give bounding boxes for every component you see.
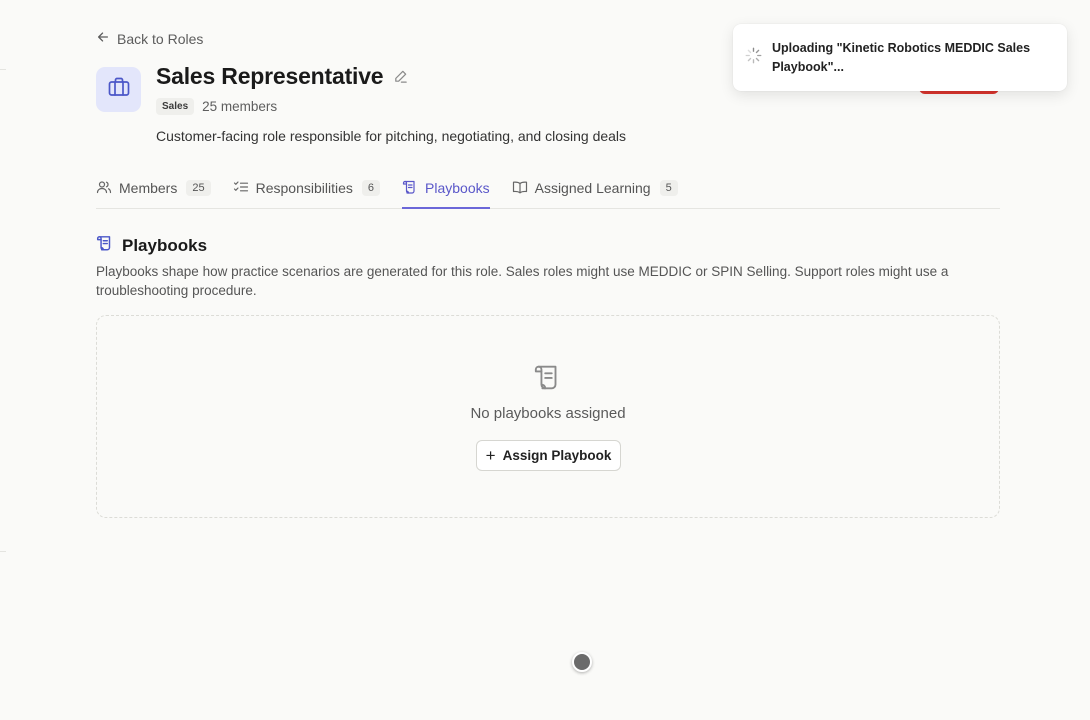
scroll-icon xyxy=(96,234,114,257)
upload-toast: Uploading "Kinetic Robotics MEDDIC Sales… xyxy=(733,24,1067,91)
pencil-icon[interactable] xyxy=(393,69,408,84)
section-description: Playbooks shape how practice scenarios a… xyxy=(96,264,949,298)
assign-playbook-button[interactable]: + Assign Playbook xyxy=(476,440,621,471)
book-open-icon xyxy=(512,179,528,198)
role-meta: Sales 25 members xyxy=(156,98,277,115)
role-tabs: Members 25 Responsibilities 6 Playbooks … xyxy=(96,168,1000,209)
users-icon xyxy=(96,179,112,198)
plus-icon: + xyxy=(485,446,496,465)
list-check-icon xyxy=(233,179,249,198)
cursor-indicator xyxy=(572,652,592,672)
section-title: Playbooks xyxy=(122,235,208,255)
page-title: Sales Representative xyxy=(156,63,384,89)
tab-responsibilities[interactable]: Responsibilities 6 xyxy=(233,168,381,208)
toast-message: Uploading "Kinetic Robotics MEDDIC Sales… xyxy=(772,41,1031,74)
member-count: 25 members xyxy=(202,99,278,114)
app-frame: Back to Roles Sales Representative Sales… xyxy=(0,0,1090,720)
tab-count-badge: 25 xyxy=(186,180,211,196)
sidebar-edge-divider xyxy=(0,551,6,552)
tab-members[interactable]: Members 25 xyxy=(96,168,211,208)
tab-label: Members xyxy=(119,180,178,196)
playbooks-section-header: Playbooks xyxy=(96,234,207,257)
arrow-left-icon xyxy=(96,30,110,47)
tab-label: Responsibilities xyxy=(255,180,353,196)
role-title-row: Sales Representative xyxy=(156,63,408,90)
back-link-label: Back to Roles xyxy=(117,30,204,47)
spinner-icon xyxy=(745,47,762,64)
back-to-roles-link[interactable]: Back to Roles xyxy=(96,30,203,47)
department-badge: Sales xyxy=(156,98,195,115)
tab-label: Playbooks xyxy=(425,180,490,196)
scroll-icon xyxy=(533,362,563,392)
tab-assigned-learning[interactable]: Assigned Learning 5 xyxy=(512,168,678,208)
tab-playbooks[interactable]: Playbooks xyxy=(402,168,490,209)
briefcase-icon xyxy=(107,75,131,104)
role-avatar xyxy=(96,67,141,112)
sidebar-edge-divider xyxy=(0,69,6,70)
assign-playbook-label: Assign Playbook xyxy=(502,448,612,463)
tab-label: Assigned Learning xyxy=(534,180,651,196)
role-description: Customer-facing role responsible for pit… xyxy=(156,128,627,144)
empty-state-message: No playbooks assigned xyxy=(470,405,626,422)
empty-state: No playbooks assigned + Assign Playbook xyxy=(96,315,1000,518)
scroll-icon xyxy=(402,179,418,198)
tab-count-badge: 6 xyxy=(361,180,381,196)
tab-count-badge: 5 xyxy=(659,180,678,196)
